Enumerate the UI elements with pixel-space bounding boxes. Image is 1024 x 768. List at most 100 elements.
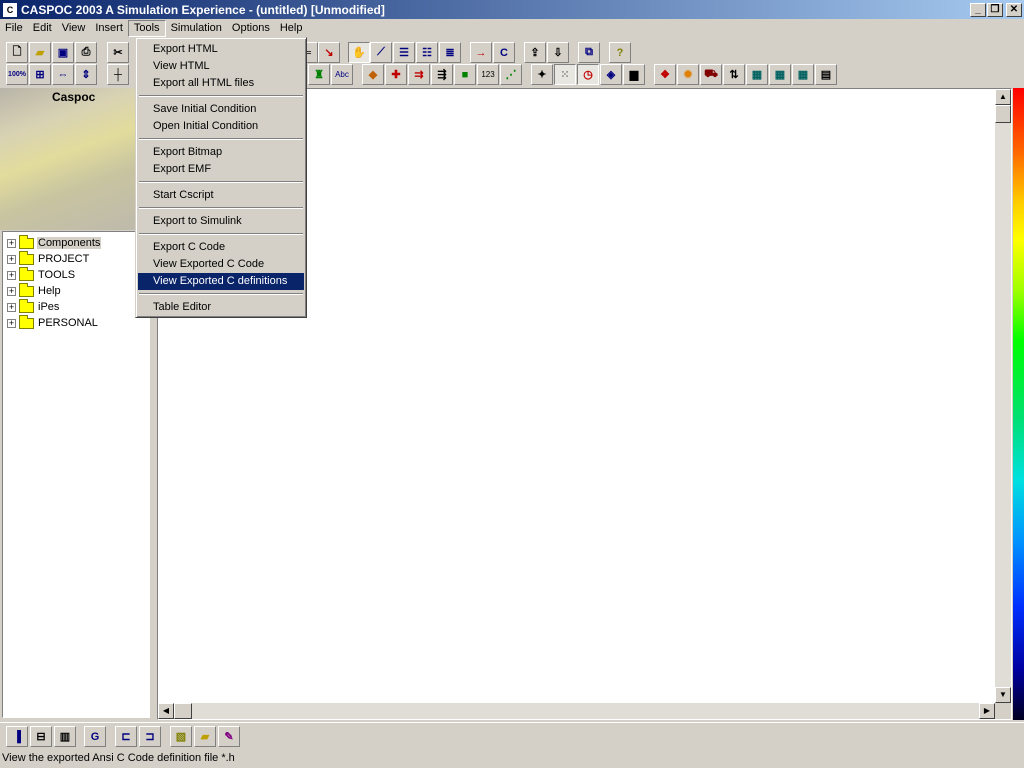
fill-button[interactable]: ◈ bbox=[600, 64, 622, 85]
menu-item-start-cscript[interactable]: Start Cscript bbox=[138, 187, 304, 204]
help-button[interactable]: ? bbox=[609, 42, 631, 63]
title-bar[interactable]: C CASPOC 2003 A Simulation Experience - … bbox=[0, 0, 1024, 19]
tree-view-button[interactable]: ⊟ bbox=[30, 726, 52, 747]
chip2-button[interactable]: ▦ bbox=[769, 64, 791, 85]
counter-button[interactable]: 123 bbox=[477, 64, 499, 85]
menu-item-table-editor[interactable]: Table Editor bbox=[138, 299, 304, 316]
zoom-100-button[interactable]: 100% bbox=[6, 64, 28, 85]
node-button[interactable]: ✚ bbox=[385, 64, 407, 85]
chip3-button[interactable]: ▦ bbox=[792, 64, 814, 85]
network-button[interactable]: ⧉ bbox=[578, 42, 600, 63]
vertical-scrollbar[interactable]: ▲ ▼ bbox=[995, 89, 1011, 703]
menu-edit[interactable]: Edit bbox=[28, 20, 57, 37]
tree-item-ipes[interactable]: + iPes bbox=[7, 298, 60, 315]
new-file-button[interactable]: 🗋 bbox=[6, 42, 28, 63]
bus-button[interactable]: ⇶ bbox=[431, 64, 453, 85]
menu-item-export-bitmap[interactable]: Export Bitmap bbox=[138, 144, 304, 161]
expand-icon[interactable]: + bbox=[7, 238, 16, 248]
menu-item-view-html[interactable]: View HTML bbox=[138, 58, 304, 75]
tree-item-help[interactable]: + Help bbox=[7, 282, 62, 299]
fire-button[interactable]: ✹ bbox=[677, 64, 699, 85]
menu-item-export-html[interactable]: Export HTML bbox=[138, 41, 304, 58]
expand-icon[interactable]: + bbox=[7, 318, 16, 328]
save-button[interactable]: ▣ bbox=[52, 42, 74, 63]
close-icon[interactable]: ✕ bbox=[1006, 2, 1022, 17]
menu-item-open-initial-condition[interactable]: Open Initial Condition bbox=[138, 118, 304, 135]
line-button[interactable]: ↘ bbox=[318, 42, 340, 63]
zoom-height-button[interactable]: ⇕ bbox=[75, 64, 97, 85]
list-button[interactable]: ☰ bbox=[393, 42, 415, 63]
tree-item-personal[interactable]: + PERSONAL bbox=[7, 314, 99, 331]
menu-item-export-to-simulink[interactable]: Export to Simulink bbox=[138, 213, 304, 230]
tree-item-project[interactable]: + PROJECT bbox=[7, 250, 90, 267]
menu-item-view-exported-c-code[interactable]: View Exported C Code bbox=[138, 256, 304, 273]
text-button[interactable]: Abc bbox=[331, 64, 353, 85]
menu-item-export-all-html[interactable]: Export all HTML files bbox=[138, 75, 304, 92]
import-button[interactable]: ⇩ bbox=[547, 42, 569, 63]
zoom-width-button[interactable]: ⇔ bbox=[52, 64, 74, 85]
scroll-down-icon[interactable]: ▼ bbox=[995, 687, 1011, 703]
folder-image-button[interactable]: ▰ bbox=[194, 726, 216, 747]
probe-button[interactable]: ⋰ bbox=[500, 64, 522, 85]
print-button[interactable]: ⎙ bbox=[75, 42, 97, 63]
menu-help[interactable]: Help bbox=[275, 20, 308, 37]
block-button[interactable]: ■ bbox=[454, 64, 476, 85]
color-button[interactable]: ◆ bbox=[362, 64, 384, 85]
minimize-icon[interactable]: _ bbox=[970, 2, 986, 17]
arrow-c-button[interactable]: C bbox=[493, 42, 515, 63]
graph-button[interactable]: ⟋ bbox=[370, 42, 392, 63]
tree-item-components[interactable]: + Components bbox=[7, 234, 102, 251]
chip-button[interactable]: ▦ bbox=[746, 64, 768, 85]
component-button[interactable]: ❖ bbox=[654, 64, 676, 85]
scroll-up-icon[interactable]: ▲ bbox=[995, 89, 1011, 105]
hierarchy-button[interactable]: ⊏ bbox=[115, 726, 137, 747]
horizontal-scrollbar[interactable]: ◀ ▶ bbox=[158, 703, 995, 719]
menu-item-export-emf[interactable]: Export EMF bbox=[138, 161, 304, 178]
menu-view[interactable]: View bbox=[57, 20, 91, 37]
chip-view-button[interactable]: ▥ bbox=[54, 726, 76, 747]
refresh-button[interactable]: G bbox=[84, 726, 106, 747]
junction-button[interactable]: ✦ bbox=[531, 64, 553, 85]
app-icon[interactable]: C bbox=[3, 2, 17, 17]
horizontal-scroll-thumb[interactable] bbox=[174, 703, 192, 719]
expand-icon[interactable]: + bbox=[7, 270, 16, 280]
menu-item-save-initial-condition[interactable]: Save Initial Condition bbox=[138, 101, 304, 118]
scroll-right-icon[interactable]: ▶ bbox=[979, 703, 995, 719]
drive-button[interactable]: ⛟ bbox=[700, 64, 722, 85]
menu-tools[interactable]: Tools bbox=[127, 20, 166, 37]
table-button[interactable]: ▤ bbox=[815, 64, 837, 85]
vertical-scroll-thumb[interactable] bbox=[995, 105, 1011, 123]
brush-button[interactable]: ♜ bbox=[308, 64, 330, 85]
scope-button[interactable]: ▆ bbox=[623, 64, 645, 85]
menu-item-export-c-code[interactable]: Export C Code bbox=[138, 239, 304, 256]
grid-button[interactable]: ⁙ bbox=[554, 64, 576, 85]
list-edit-button[interactable]: ≣ bbox=[439, 42, 461, 63]
library-tree[interactable]: + Components + PROJECT + TOOLS + Help + … bbox=[2, 231, 150, 718]
zoom-fit-button[interactable]: ⊞ bbox=[29, 64, 51, 85]
cut-button[interactable]: ✂ bbox=[107, 42, 129, 63]
clock-button[interactable]: ◷ bbox=[577, 64, 599, 85]
wire-button[interactable]: ⇉ bbox=[408, 64, 430, 85]
hierarchy2-button[interactable]: ⊐ bbox=[139, 726, 161, 747]
tree-item-tools[interactable]: + TOOLS bbox=[7, 266, 76, 283]
menu-item-view-exported-c-definitions[interactable]: View Exported C definitions bbox=[138, 273, 304, 290]
menu-simulation[interactable]: Simulation bbox=[166, 20, 227, 37]
expand-icon[interactable]: + bbox=[7, 254, 16, 264]
menu-file[interactable]: File bbox=[0, 20, 28, 37]
pan-button[interactable]: ✋ bbox=[348, 42, 370, 63]
expand-icon[interactable]: + bbox=[7, 286, 16, 296]
image-button[interactable]: ▧ bbox=[170, 726, 192, 747]
crosshair-button[interactable]: ┼ bbox=[107, 64, 129, 85]
paint-button[interactable]: ✎ bbox=[218, 726, 240, 747]
export-button[interactable]: ⇪ bbox=[524, 42, 546, 63]
menu-insert[interactable]: Insert bbox=[90, 20, 128, 37]
component-lib-button[interactable]: ▐ bbox=[6, 726, 28, 747]
scroll-left-icon[interactable]: ◀ bbox=[158, 703, 174, 719]
arrow-in-button[interactable]: → bbox=[470, 42, 492, 63]
menu-options[interactable]: Options bbox=[227, 20, 275, 37]
restore-icon[interactable]: ❐ bbox=[987, 2, 1003, 17]
expand-icon[interactable]: + bbox=[7, 302, 16, 312]
sort-button[interactable]: ⇅ bbox=[723, 64, 745, 85]
open-button[interactable]: ▰ bbox=[29, 42, 51, 63]
list-alt-button[interactable]: ☷ bbox=[416, 42, 438, 63]
